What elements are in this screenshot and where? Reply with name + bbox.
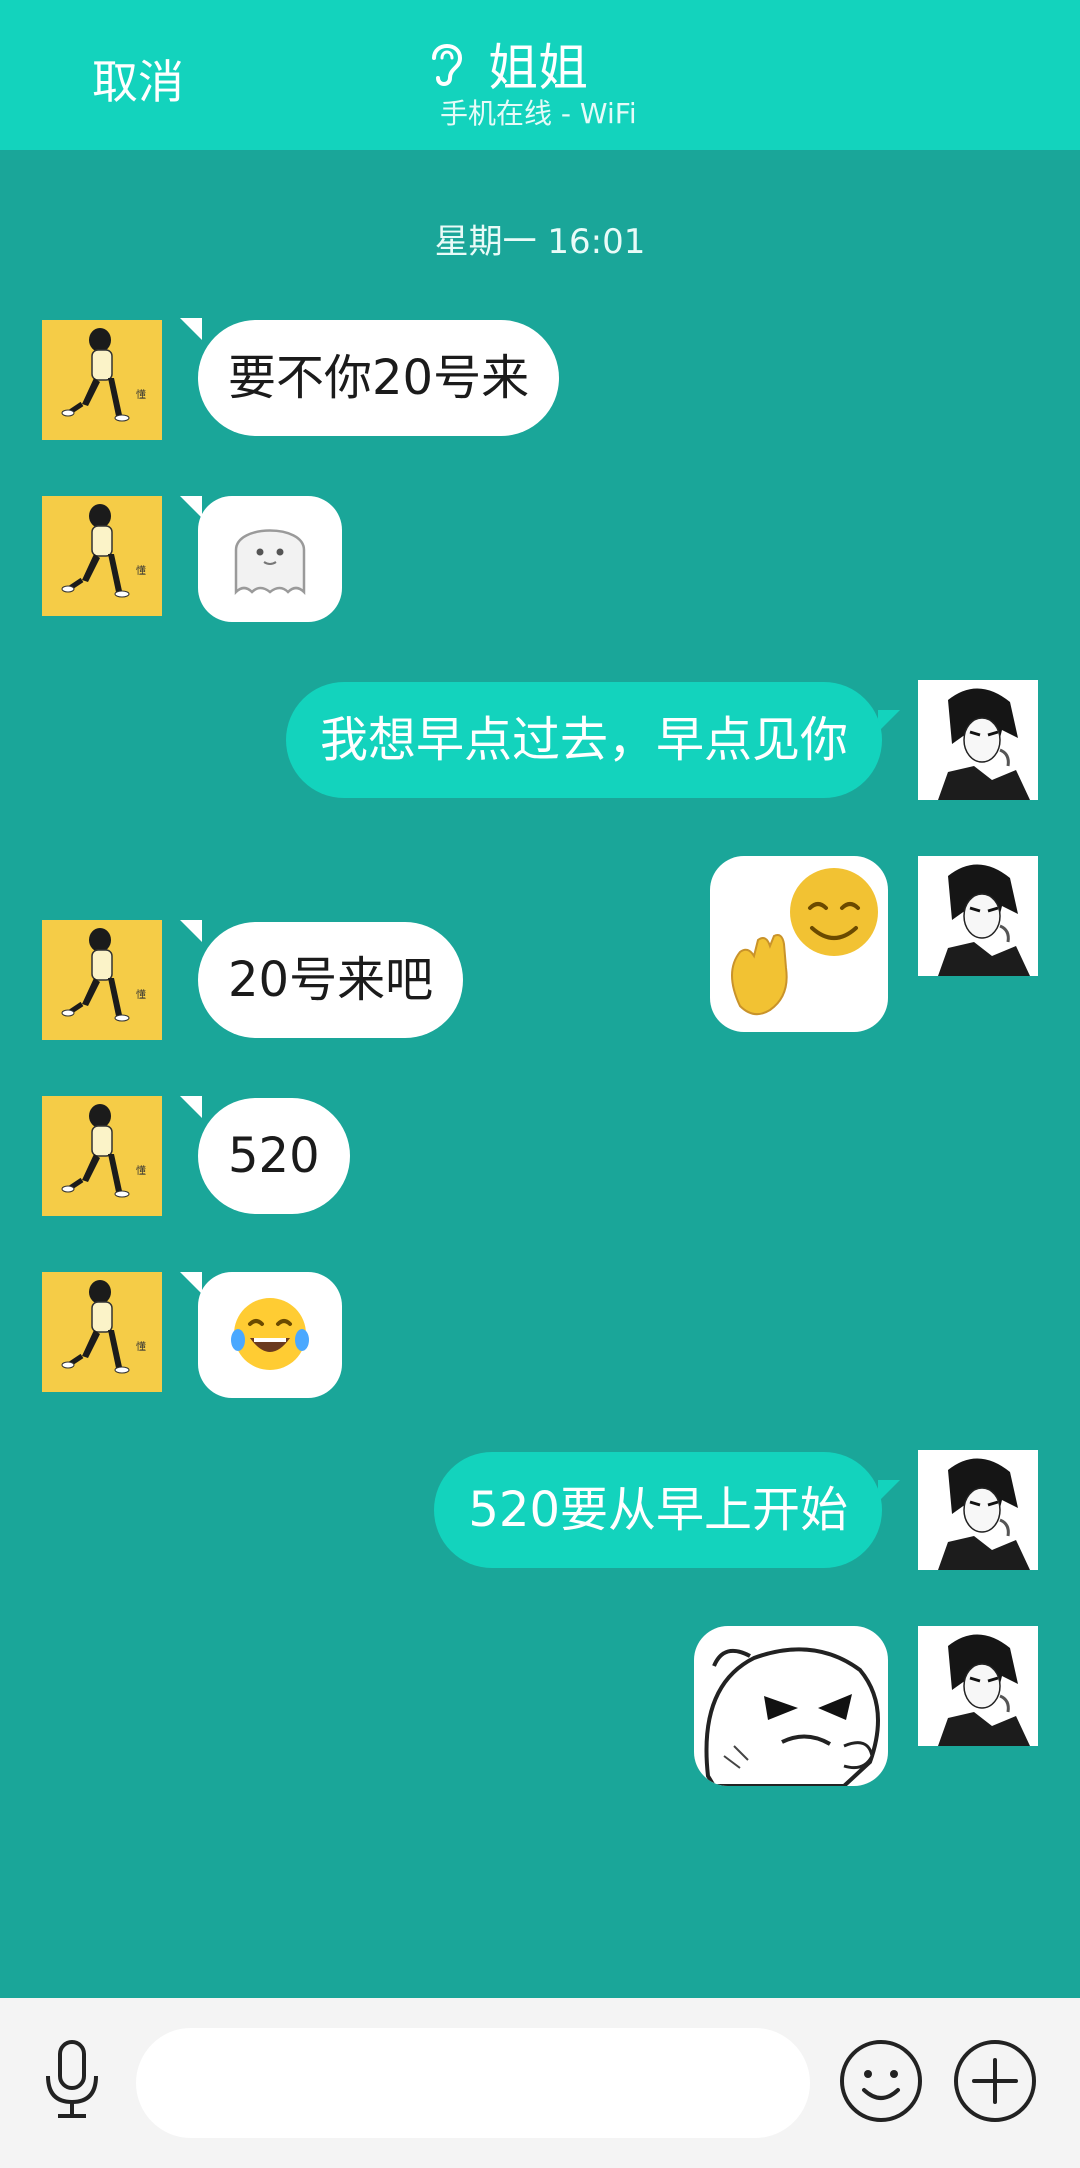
input-bar [0, 1998, 1080, 2168]
tears-of-joy-emoji-icon [231, 1298, 309, 1370]
incoming-text-bubble[interactable]: 520 [198, 1098, 350, 1214]
outgoing-text-bubble[interactable]: 520要从早上开始 [434, 1452, 882, 1568]
my-avatar[interactable] [918, 856, 1038, 976]
incoming-sticker-bubble[interactable] [198, 1272, 342, 1398]
outgoing-sticker-bubble[interactable] [710, 856, 888, 1032]
incoming-text-bubble[interactable]: 要不你20号来 [198, 320, 560, 436]
sister-avatar[interactable] [42, 920, 162, 1040]
sister-avatar[interactable] [42, 320, 162, 440]
incoming-text-bubble[interactable]: 20号来吧 [198, 922, 464, 1038]
outgoing-text-bubble[interactable]: 我想早点过去，早点见你 [285, 682, 882, 798]
my-avatar[interactable] [918, 1626, 1038, 1746]
ear-icon[interactable] [426, 36, 466, 88]
incoming-sticker-bubble[interactable] [198, 496, 342, 622]
sister-avatar[interactable] [42, 496, 162, 616]
sister-avatar[interactable] [42, 1096, 162, 1216]
message-timestamp: 星期一 16:01 [434, 222, 646, 262]
online-status: 手机在线 - WiFi [440, 97, 637, 130]
sly-face-sticker-icon [704, 1647, 880, 1786]
message-input[interactable] [136, 2028, 810, 2138]
plus-icon[interactable] [952, 2038, 1038, 2124]
ghost-emoji-icon [234, 529, 306, 596]
my-avatar[interactable] [918, 1450, 1038, 1570]
cancel-button[interactable]: 取消 [92, 46, 184, 112]
message-list[interactable]: 星期一 16:01 要不你20号来 我想早点过去，早点见你 20号来吧 520 [0, 150, 1080, 1998]
my-avatar[interactable] [918, 680, 1038, 800]
smile-wave-sticker-icon [731, 868, 878, 1016]
outgoing-sticker-bubble[interactable] [694, 1626, 888, 1786]
contact-name: 姐姐 [488, 39, 588, 97]
microphone-icon[interactable] [36, 2036, 108, 2124]
chat-header: 取消 姐姐 手机在线 - WiFi [0, 0, 1080, 150]
emoji-icon[interactable] [838, 2038, 924, 2124]
sister-avatar[interactable] [42, 1272, 162, 1392]
